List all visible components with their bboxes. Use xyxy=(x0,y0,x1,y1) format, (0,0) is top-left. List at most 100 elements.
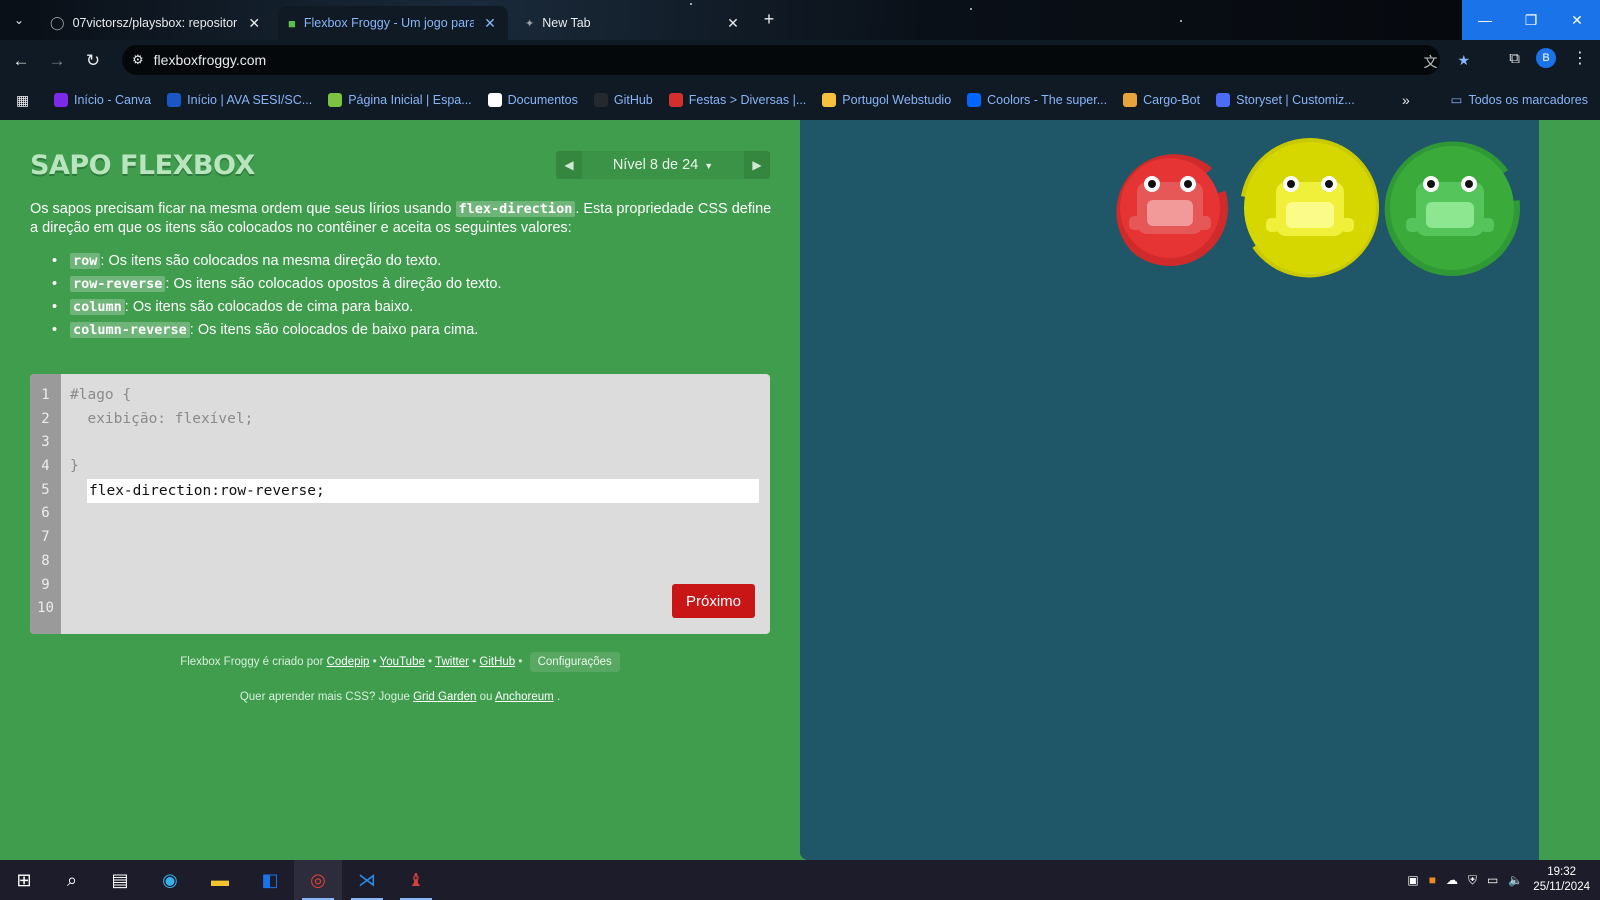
bookmark-item[interactable]: Festas > Diversas |... xyxy=(661,93,815,107)
line-number: 10 xyxy=(37,600,54,617)
line-number: 9 xyxy=(41,576,50,593)
line-number-gutter: 1 2 3 4 5 6 7 8 9 10 xyxy=(30,374,61,634)
start-button[interactable]: ⊞ xyxy=(0,860,48,900)
css-code-input[interactable] xyxy=(87,478,759,503)
wallpaper-star xyxy=(1180,20,1182,22)
tab-github[interactable]: ◯ 07victorsz/playsbox: repositorio ✕ xyxy=(40,6,272,40)
all-bookmarks-button[interactable]: ▭ Todos os marcadores xyxy=(1450,92,1588,108)
restore-button[interactable]: ❐ xyxy=(1508,0,1554,40)
omnibox-actions: 文 ★ xyxy=(1423,52,1470,72)
apps-grid-icon[interactable]: ▦ xyxy=(16,92,46,109)
clock[interactable]: 19:32 25/11/2024 xyxy=(1533,865,1590,895)
translate-icon[interactable]: 文 xyxy=(1423,52,1437,72)
folder-icon: ▭ xyxy=(1450,93,1463,107)
bookmark-item[interactable]: Início - Canva xyxy=(46,93,159,107)
bookmark-favicon-icon xyxy=(822,93,837,107)
new-tab-button[interactable]: + xyxy=(758,8,780,30)
close-window-button[interactable]: ✕ xyxy=(1554,0,1600,40)
reload-button[interactable]: ↻ xyxy=(80,48,106,74)
code-line: exibição: flexível; xyxy=(70,410,254,427)
next-level-button[interactable]: ▶ xyxy=(744,151,770,179)
youtube-link[interactable]: YouTube xyxy=(380,656,425,668)
game-title: SAPO FLEXBOX xyxy=(30,150,255,181)
line-number: 4 xyxy=(41,458,50,475)
value-description: : Os itens são colocados de cima para ba… xyxy=(124,299,414,315)
anchoreum-link[interactable]: Anchoreum xyxy=(495,691,554,703)
value-code: row xyxy=(70,253,101,269)
github-icon: ◯ xyxy=(50,15,65,30)
profile-avatar[interactable]: B xyxy=(1536,48,1556,68)
windows-taskbar: ⊞ ⌕ ▤ ◉ ▬ ◧ ◎ ⋊ ♝ ▣ ■ ☁ ⛨ ▭ 🔈 19:32 25/1… xyxy=(0,860,1600,900)
bookmark-favicon-icon xyxy=(54,93,68,107)
bookmark-favicon-icon xyxy=(668,93,683,107)
bookmark-star-icon[interactable]: ★ xyxy=(1457,52,1470,72)
bookmark-favicon-icon xyxy=(167,93,182,107)
line-number: 1 xyxy=(41,387,50,403)
minimize-button[interactable]: — xyxy=(1462,0,1508,40)
time: 19:32 xyxy=(1547,866,1577,878)
close-icon[interactable]: ✕ xyxy=(725,15,741,32)
tab-flexbox-froggy[interactable]: ■ Flexbox Froggy - Um jogo para ✕ xyxy=(278,6,508,40)
site-settings-icon[interactable]: ⚙ xyxy=(132,52,144,68)
bookmark-item[interactable]: Início | AVA SESI/SC... xyxy=(159,93,320,107)
red-frog xyxy=(1129,176,1211,234)
level-navigator: ◀ Nível 8 de 24 ▼ ▶ xyxy=(556,151,770,179)
tray-app-icon[interactable]: ▣ xyxy=(1407,873,1418,887)
previous-level-button[interactable]: ◀ xyxy=(556,151,582,179)
extensions-icon[interactable]: ⧉ xyxy=(1509,50,1520,67)
value-description: : Os itens são colocados opostos à direç… xyxy=(165,276,502,292)
edge-icon[interactable]: ◉ xyxy=(146,860,194,900)
bookmark-item[interactable]: Coolors - The super... xyxy=(959,93,1115,107)
task-view-icon[interactable]: ▤ xyxy=(96,860,144,900)
settings-button[interactable]: Configurações xyxy=(529,652,620,672)
yellow-frog xyxy=(1266,176,1354,236)
vscode-icon[interactable]: ⋊ xyxy=(343,860,391,900)
outlook-icon[interactable]: ◧ xyxy=(246,860,294,900)
tab-new-tab[interactable]: ✦ New Tab ✕ xyxy=(515,6,751,40)
instructions: Os sapos precisam ficar na mesma ordem q… xyxy=(30,200,776,238)
close-icon[interactable]: ✕ xyxy=(246,15,262,32)
list-item: column: Os itens são colocados de cima p… xyxy=(52,296,502,319)
bookmark-list: Início - Canva Início | AVA SESI/SC... Pág… xyxy=(46,93,1363,107)
network-icon[interactable]: ▭ xyxy=(1487,873,1498,887)
close-icon[interactable]: ✕ xyxy=(482,15,498,32)
chrome-icon[interactable]: ◎ xyxy=(294,860,342,900)
bookmark-item[interactable]: Página Inicial | Espa... xyxy=(320,93,479,107)
codepip-link[interactable]: Codepip xyxy=(327,656,370,668)
twitter-link[interactable]: Twitter xyxy=(435,656,469,668)
bookmark-item[interactable]: Storyset | Customiz... xyxy=(1208,93,1363,107)
bookmark-item[interactable]: Cargo-Bot xyxy=(1115,93,1208,107)
all-bookmarks-label: Todos os marcadores xyxy=(1468,92,1588,107)
bookmark-label: Coolors - The super... xyxy=(987,93,1108,107)
app-icon[interactable]: ♝ xyxy=(392,860,440,900)
line-number: 2 xyxy=(41,410,50,427)
file-explorer-icon[interactable]: ▬ xyxy=(196,860,244,900)
security-icon[interactable]: ⛨ xyxy=(1468,873,1477,888)
onedrive-icon[interactable]: ☁ xyxy=(1446,873,1458,887)
address-bar[interactable]: ⚙ flexboxfroggy.com xyxy=(122,45,1440,75)
bookmark-item[interactable]: GitHub xyxy=(586,93,661,107)
github-link[interactable]: GitHub xyxy=(479,656,515,668)
wallpaper-star xyxy=(690,3,692,5)
menu-icon[interactable]: ⋮ xyxy=(1572,48,1588,68)
browser-tab-strip: ⌄ ◯ 07victorsz/playsbox: repositorio ✕ ■… xyxy=(0,0,1600,40)
bookmark-label: Documentos xyxy=(507,93,578,107)
next-button[interactable]: Próximo xyxy=(672,584,755,618)
property-code: flex-direction xyxy=(455,201,576,217)
search-icon[interactable]: ⌕ xyxy=(48,860,96,900)
bookmark-item[interactable]: Documentos xyxy=(480,93,586,107)
pond xyxy=(800,120,1539,860)
bookmark-item[interactable]: Portugol Webstudio xyxy=(814,93,959,107)
back-button[interactable]: ← xyxy=(8,48,34,74)
forward-button[interactable]: → xyxy=(44,48,70,74)
tray-app-icon[interactable]: ■ xyxy=(1429,873,1436,887)
more-bookmarks-icon[interactable]: » xyxy=(1402,92,1410,108)
browser-toolbar: ← → ↻ ⚙ flexboxfroggy.com 文 ★ ⧉ B ⋮ xyxy=(0,40,1600,80)
bookmark-favicon-icon xyxy=(487,93,502,107)
level-selector[interactable]: Nível 8 de 24 ▼ xyxy=(582,151,744,179)
chrome-icon: ✦ xyxy=(525,17,535,30)
grid-garden-link[interactable]: Grid Garden xyxy=(413,691,476,703)
volume-muted-icon[interactable]: 🔈 xyxy=(1508,873,1523,887)
tab-search-button[interactable]: ⌄ xyxy=(6,8,32,32)
bookmark-label: Início | AVA SESI/SC... xyxy=(187,93,313,107)
